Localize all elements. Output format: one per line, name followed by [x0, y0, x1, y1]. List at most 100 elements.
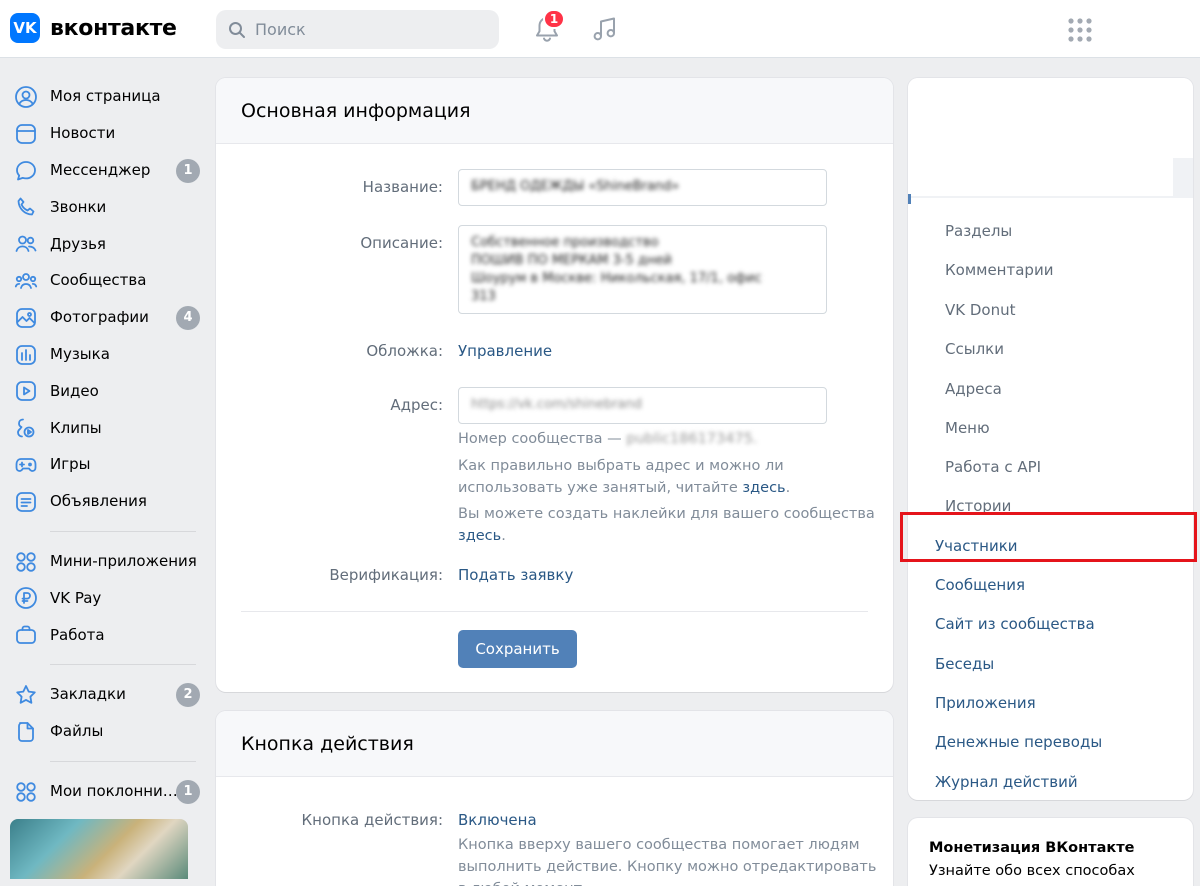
action-button-title: Кнопка действия: [216, 711, 893, 777]
sidebar-item[interactable]: Мессенджер 1: [10, 152, 200, 189]
community-number-text: Номер сообщества —: [458, 431, 627, 447]
promo-thumbnail[interactable]: [10, 819, 188, 880]
notification-badge: 1: [543, 9, 565, 29]
address-label: Адрес:: [390, 396, 443, 414]
settings-menu-link[interactable]: Сообщения: [935, 576, 1025, 594]
vk-logo-text: вконтакте: [50, 15, 177, 41]
nav-divider: [50, 530, 196, 532]
sidebar-item[interactable]: Музыка: [10, 336, 200, 373]
sidebar-item[interactable]: Игры: [10, 446, 200, 483]
monetization-title: Монетизация ВКонтакте: [929, 840, 1135, 856]
sidebar-item-label: Мини-приложения: [50, 551, 197, 570]
settings-menu-item[interactable]: Меню: [945, 419, 990, 437]
save-button[interactable]: Сохранить: [458, 630, 577, 668]
sidebar-item-label: Работа: [50, 625, 105, 644]
sidebar-item-label: Файлы: [50, 722, 104, 741]
sidebar-item-label: Видео: [50, 381, 99, 400]
sidebar-item[interactable]: Сообщества: [10, 262, 200, 299]
services-grid-icon[interactable]: [1065, 15, 1095, 45]
sidebar-item[interactable]: Видео: [10, 372, 200, 409]
description-label: Описание:: [360, 234, 443, 252]
sidebar-item[interactable]: Новости: [10, 115, 200, 152]
basic-info-title: Основная информация: [216, 78, 893, 144]
address-field[interactable]: https://vk.com/shinebrand: [458, 387, 827, 424]
sidebar-item[interactable]: Мои поклонни… 1: [10, 773, 200, 810]
monetization-subtitle: Узнайте обо всех способах: [929, 863, 1135, 879]
highlight-box-participants: [900, 512, 1197, 562]
sidebar-item-label: Фотографии: [50, 308, 149, 327]
action-button-card: Кнопка действия Кнопка действия: Включен…: [216, 711, 893, 886]
settings-menu-item[interactable]: Разделы: [945, 222, 1012, 240]
sidebar-item[interactable]: Звонки: [10, 188, 200, 225]
stickers-hint: Вы можете создать наклейки для вашего со…: [458, 506, 875, 544]
sidebar-item-label: Мои поклонни…: [50, 781, 178, 800]
stickers-hint-text: Вы можете создать наклейки для вашего со…: [458, 506, 875, 522]
nav-divider: [50, 663, 196, 665]
menu-separator: [908, 196, 1173, 198]
settings-menu-link[interactable]: Денежные переводы: [935, 733, 1102, 751]
sidebar-item[interactable]: Закладки 2: [10, 676, 200, 713]
community-number-hint: Номер сообщества — public186173475.: [458, 428, 878, 450]
left-sidebar: Моя страница Новости Мессенджер 1 Звонки Друз…: [10, 78, 200, 880]
search-placeholder: Поиск: [255, 20, 306, 39]
settings-menu-item[interactable]: Ссылки: [945, 340, 1004, 358]
music-note-icon[interactable]: [590, 14, 620, 44]
stickers-hint-link[interactable]: здесь: [458, 528, 501, 544]
description-line: Шоурум в Москве: Никольская, 17/1, офис: [471, 271, 762, 286]
settings-menu-item[interactable]: VK Donut: [945, 301, 1016, 319]
sidebar-item[interactable]: Друзья: [10, 225, 200, 262]
community-number-value: public186173475.: [626, 431, 758, 447]
sidebar-item[interactable]: Мини-приложения: [10, 543, 200, 580]
verification-apply-link[interactable]: Подать заявку: [458, 566, 573, 584]
settings-menu-link[interactable]: Беседы: [935, 655, 994, 673]
counter-badge: 4: [176, 305, 200, 330]
sidebar-item-label: Новости: [50, 124, 116, 143]
settings-menu-item[interactable]: Работа с API: [945, 458, 1041, 476]
sidebar-item-label: Музыка: [50, 344, 110, 363]
settings-menu-item[interactable]: Адреса: [945, 380, 1002, 398]
sidebar-item[interactable]: Объявления: [10, 483, 200, 520]
settings-menu-link[interactable]: Приложения: [935, 694, 1036, 712]
settings-menu-link[interactable]: Журнал действий: [935, 773, 1078, 791]
name-field[interactable]: БРЕНД ОДЕЖДЫ «ShineBrand»: [458, 169, 827, 206]
description-line: ПОШИВ ПО МЕРКАМ 3-5 дней: [471, 253, 672, 268]
sidebar-item[interactable]: Фотографии 4: [10, 299, 200, 336]
counter-badge: 1: [176, 158, 200, 183]
sidebar-item[interactable]: Моя страница: [10, 78, 200, 115]
sidebar-item[interactable]: VK Pay: [10, 579, 200, 616]
menu-scrollbar[interactable]: [1173, 158, 1193, 198]
action-button-hint: Кнопка вверху вашего сообщества помогает…: [458, 837, 877, 886]
sidebar-item-label: Закладки: [50, 685, 126, 704]
sidebar-item-label: VK Pay: [50, 588, 102, 607]
sidebar-item-label: Сообщества: [50, 271, 147, 290]
search-input[interactable]: Поиск: [216, 10, 499, 49]
description-line: Собственное производство: [471, 235, 659, 250]
address-hint-text: Как правильно выбрать адрес и можно ли и…: [458, 458, 784, 496]
sidebar-item-label: Звонки: [50, 197, 107, 216]
settings-menu-link[interactable]: Сайт из сообщества: [935, 615, 1095, 633]
sidebar-item-label: Клипы: [50, 418, 102, 437]
cover-manage-link[interactable]: Управление: [458, 342, 552, 360]
sidebar-item-label: Игры: [50, 455, 91, 474]
sidebar-item[interactable]: Файлы: [10, 713, 200, 750]
settings-menu: Разделы Комментарии VK Donut Ссылки Адреса Ме…: [908, 78, 1193, 800]
top-bar: VK вконтакте Поиск 1: [0, 0, 1200, 58]
description-line: 313: [471, 289, 496, 304]
action-button-status-link[interactable]: Включена: [458, 811, 537, 829]
vk-logo-icon: VK: [10, 13, 40, 43]
nav-divider: [50, 760, 196, 762]
sidebar-item[interactable]: Работа: [10, 616, 200, 653]
vk-logo[interactable]: VK вконтакте: [10, 13, 177, 43]
cover-label: Обложка:: [366, 342, 443, 360]
sidebar-item-label: Друзья: [50, 234, 106, 253]
address-hint-link[interactable]: здесь: [742, 480, 785, 496]
sidebar-item-label: Мессенджер: [50, 160, 151, 179]
sidebar-item-label: Моя страница: [50, 87, 161, 106]
search-icon: [229, 21, 245, 38]
counter-badge: 2: [176, 682, 200, 707]
sidebar-item[interactable]: Клипы: [10, 409, 200, 446]
description-field[interactable]: Собственное производство ПОШИВ ПО МЕРКАМ…: [458, 225, 827, 314]
monetization-card[interactable]: Монетизация ВКонтакте Узнайте обо всех с…: [908, 818, 1193, 886]
counter-badge: 1: [176, 779, 200, 804]
settings-menu-item[interactable]: Комментарии: [945, 261, 1053, 279]
